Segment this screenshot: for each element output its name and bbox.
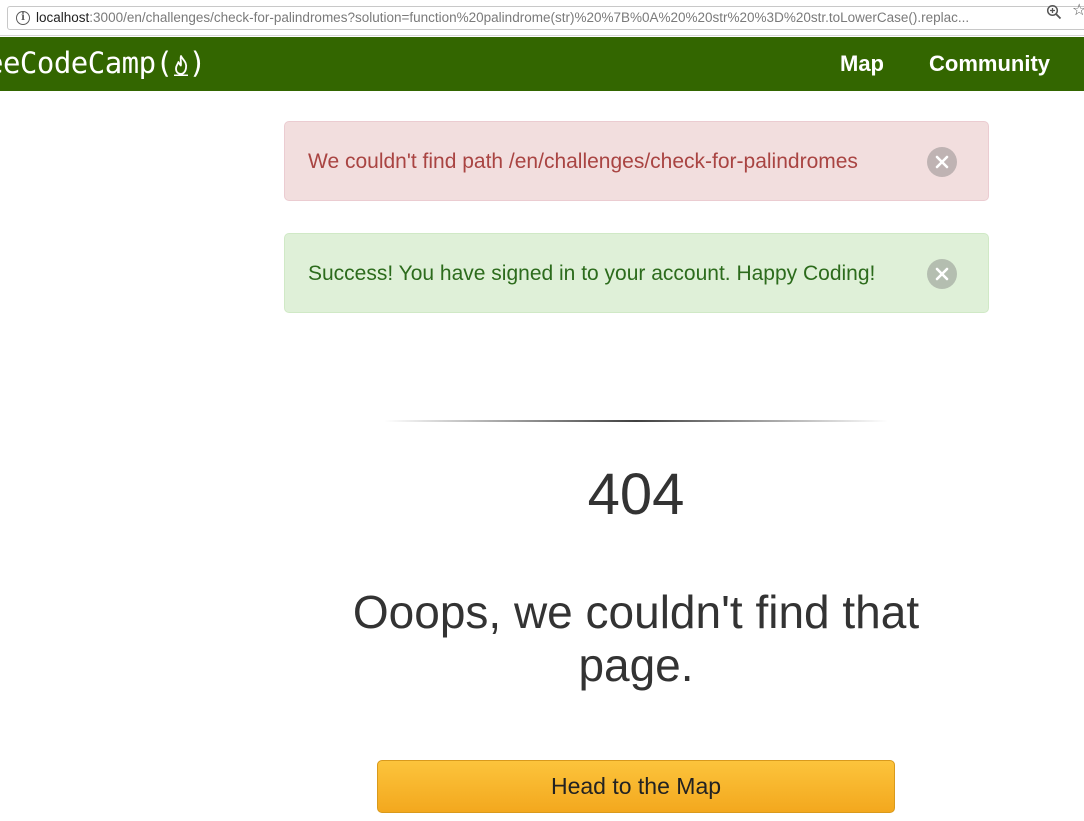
star-icon[interactable]: ☆: [1072, 1, 1084, 21]
url-host: localhost: [36, 10, 90, 25]
browser-address-bar: i localhost:3000/en/challenges/check-for…: [0, 0, 1084, 36]
success-alert-text: Success! You have signed in to your acco…: [308, 262, 876, 285]
flame-icon: [173, 55, 188, 76]
brand-text-close: ): [188, 46, 206, 80]
error-alert-text: We couldn't find path /en/challenges/che…: [308, 150, 858, 173]
divider: [384, 420, 888, 422]
close-icon[interactable]: [927, 259, 957, 289]
zoom-icon[interactable]: [1046, 4, 1062, 20]
url-path: :3000/en/challenges/check-for-palindrome…: [89, 10, 970, 25]
head-to-map-button[interactable]: Head to the Map: [377, 760, 895, 813]
url-field[interactable]: i localhost:3000/en/challenges/check-for…: [7, 6, 1084, 30]
nav-link-map[interactable]: Map: [840, 51, 884, 77]
close-icon[interactable]: [927, 147, 957, 177]
brand-text: eeCodeCamp(: [0, 46, 173, 80]
brand-logo[interactable]: eeCodeCamp( ): [0, 45, 206, 81]
error-code: 404: [587, 462, 685, 527]
url-text[interactable]: localhost:3000/en/challenges/check-for-p…: [36, 10, 1044, 25]
nav-link-community[interactable]: Community: [929, 51, 1050, 77]
success-alert: Success! You have signed in to your acco…: [284, 233, 989, 313]
error-message: Ooops, we couldn't find that page.: [352, 586, 920, 691]
info-icon[interactable]: i: [16, 11, 30, 25]
error-alert: We couldn't find path /en/challenges/che…: [284, 121, 989, 201]
navbar: eeCodeCamp( ) Map Community: [0, 37, 1084, 91]
